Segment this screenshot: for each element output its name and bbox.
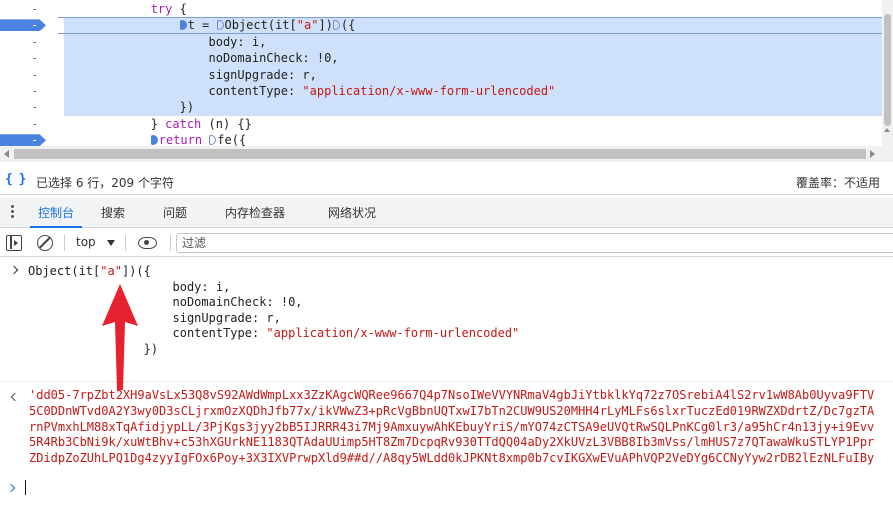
- new-prompt-chevron-icon: [6, 483, 16, 493]
- line-number: -: [31, 2, 39, 16]
- code-token: contentType:: [64, 84, 303, 98]
- console-toolbar: top: [0, 229, 893, 257]
- scroll-right-arrow-icon[interactable]: [870, 150, 875, 158]
- code-token: noDomainCheck: !0,: [28, 295, 303, 309]
- scrollbar-thumb[interactable]: [14, 149, 866, 159]
- code-line[interactable]: body: i,: [64, 34, 266, 50]
- code-line[interactable]: }): [64, 99, 194, 115]
- pretty-print-braces-icon[interactable]: { }: [5, 172, 27, 187]
- code-token: Object(it[: [28, 264, 101, 278]
- code-token: signUpgrade: r,: [28, 310, 281, 325]
- code-token: ])({: [121, 264, 151, 278]
- tab-search[interactable]: 搜索: [101, 198, 125, 228]
- code-token: signUpgrade: r,: [64, 67, 317, 82]
- code-line[interactable]: try {: [64, 1, 187, 17]
- result-line: ZDidpZoZUhLPQ1Dg4zyyIgFOx6Poy+3X3IXVPrwp…: [29, 451, 875, 466]
- code-token: try: [150, 2, 173, 16]
- gutter-line[interactable]: -: [0, 50, 58, 66]
- code-token: {: [172, 2, 187, 16]
- scrollbar-thumb[interactable]: [884, 14, 891, 126]
- toolbar-divider: [64, 235, 65, 251]
- code-line[interactable]: contentType: "application/x-www-form-url…: [64, 83, 555, 99]
- gutter-line[interactable]: -: [0, 1, 58, 17]
- clear-console-icon[interactable]: [37, 235, 53, 251]
- sidebar-toggle-icon[interactable]: [6, 235, 22, 251]
- code-token: ]): [318, 18, 333, 33]
- tab-network-conditions[interactable]: 网络状况: [328, 198, 376, 228]
- code-horizontal-scrollbar[interactable]: [0, 146, 893, 162]
- code-token: "application/x-www-form-urlencoded": [302, 84, 556, 98]
- scroll-left-arrow-icon[interactable]: [4, 150, 9, 158]
- code-token: Object(it[: [224, 18, 297, 33]
- line-number: -: [31, 67, 39, 82]
- code-token: noDomainCheck: !0,: [64, 51, 339, 66]
- code-vertical-scrollbar[interactable]: [882, 0, 893, 148]
- inline-breakpoint-icon[interactable]: [332, 20, 340, 31]
- gutter-line[interactable]: -: [0, 116, 58, 132]
- inline-breakpoint-icon[interactable]: [150, 135, 158, 146]
- console-input-caret[interactable]: [25, 480, 26, 495]
- filter-input[interactable]: [176, 233, 893, 253]
- code-token: "a": [296, 18, 319, 33]
- context-selector[interactable]: top: [76, 235, 96, 251]
- result-line: rnPVmxhLM88xTqAfidjypLL/3PjKgs3jyy2bB5IJ…: [29, 419, 875, 434]
- coverage-info[interactable]: 覆盖率：不适用: [796, 174, 880, 191]
- gutter-line[interactable]: -: [0, 17, 58, 33]
- code-token: t =: [187, 18, 217, 33]
- code-line[interactable]: t = Object(it["a"]) ({: [64, 17, 355, 33]
- source-code-editor[interactable]: - try { - t = Object(it["a"]) ({ - body: i,…: [0, 0, 893, 148]
- code-token: }: [64, 116, 166, 131]
- console-input-line: Object(it["a"])({: [28, 264, 519, 280]
- inline-breakpoint-icon[interactable]: [209, 135, 217, 146]
- code-token: ({: [340, 18, 356, 33]
- code-line[interactable]: } catch (n) {}: [64, 116, 252, 132]
- toolbar-divider: [170, 235, 171, 251]
- code-token: contentType:: [28, 326, 267, 340]
- gutter-line[interactable]: -: [0, 83, 58, 99]
- code-token: catch: [165, 116, 202, 131]
- result-line: 5C0DDnWTvd0A2Y3wy0D3sCLjrxmOzXQDhJfb77x/…: [29, 403, 875, 418]
- result-line: 'dd05-7rpZbt2XH9aVsLx53Q8vS92AWdWmpLxx3Z…: [29, 388, 875, 402]
- tab-issues[interactable]: 问题: [163, 198, 187, 228]
- code-token: }): [64, 100, 195, 115]
- more-menu-icon[interactable]: [11, 205, 15, 221]
- breakpoint-marker-icon[interactable]: [0, 134, 46, 147]
- line-number: -: [31, 51, 39, 66]
- annotation-arrow-icon: [102, 284, 138, 390]
- live-expression-eye-icon[interactable]: [138, 237, 157, 249]
- code-token: "application/x-www-form-urlencoded": [266, 326, 520, 340]
- drawer-tab-bar: 控制台 搜索 问题 内存检查器 网络状况: [0, 198, 893, 228]
- line-number: -: [31, 116, 39, 131]
- code-line[interactable]: noDomainCheck: !0,: [64, 50, 339, 66]
- chevron-down-icon[interactable]: [107, 240, 115, 246]
- inline-breakpoint-icon[interactable]: [179, 20, 187, 31]
- code-line[interactable]: signUpgrade: r,: [64, 67, 317, 83]
- code-token: (n) {}: [201, 116, 252, 131]
- result-line: 5R4Rb3CbNi9k/xuWtBhv+c53hXGUrkNE1183QTAd…: [29, 435, 875, 450]
- line-number: -: [31, 100, 39, 115]
- result-chevron-icon: [10, 392, 20, 402]
- inline-breakpoint-icon[interactable]: [216, 20, 224, 31]
- line-number: -: [31, 34, 39, 49]
- gutter-line[interactable]: -: [0, 99, 58, 115]
- gutter-line[interactable]: -: [0, 67, 58, 83]
- selection-info: 已选择 6 行，209 个字符: [36, 176, 174, 190]
- input-prompt-chevron-icon: [9, 265, 19, 275]
- breakpoint-marker-icon[interactable]: [0, 19, 46, 32]
- gutter-line[interactable]: -: [0, 34, 58, 50]
- tab-console[interactable]: 控制台: [29, 198, 83, 228]
- code-token: "a": [100, 264, 122, 278]
- editor-status-bar: { } 已选择 6 行，209 个字符 覆盖率：不适用: [0, 167, 893, 195]
- console-result-string[interactable]: 'dd05-7rpZbt2XH9aVsLx53Q8vS92AWdWmpLxx3Z…: [29, 388, 874, 467]
- code-token: body: i,: [64, 34, 267, 49]
- line-number: -: [31, 18, 39, 33]
- line-number: -: [31, 84, 39, 98]
- scroll-up-arrow-icon[interactable]: [884, 128, 890, 132]
- tab-memory-inspector[interactable]: 内存检查器: [225, 198, 285, 228]
- toolbar-divider: [125, 235, 126, 251]
